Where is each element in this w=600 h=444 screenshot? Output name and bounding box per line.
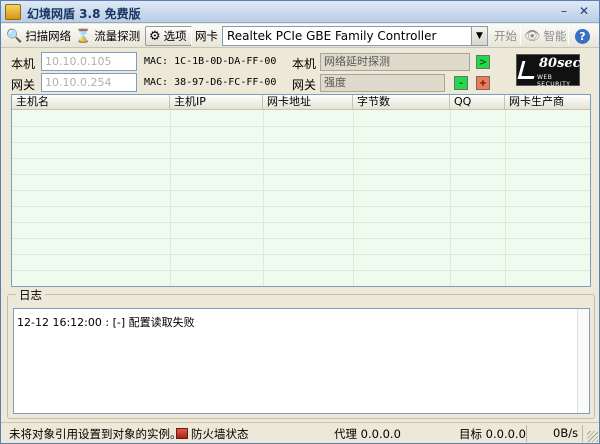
firewall-status-label: 防火墙状态 (191, 427, 249, 441)
strength-plus-button[interactable]: + (476, 76, 490, 90)
table-column-line (263, 110, 264, 286)
table-gridline (12, 126, 590, 127)
log-group: 日志 12-12 16:12:00 : [-] 配置读取失败 (7, 287, 595, 419)
brand-logo: 80sec WEB SECURITY (516, 54, 581, 88)
column-header-host-ip[interactable]: 主机IP (170, 95, 263, 110)
speed-status: 0B/s (553, 426, 579, 440)
eye-icon: 👁 (524, 28, 541, 44)
table-gridline (12, 254, 590, 255)
column-header-bytes[interactable]: 字节数 (353, 95, 450, 110)
toolbar-separator (191, 27, 192, 45)
local-mac: MAC: 1C-1B-0D-DA-FF-00 (144, 56, 277, 67)
latency-go-button[interactable]: > (476, 55, 490, 69)
nic-label: 网卡 (195, 29, 218, 43)
table-column-line (353, 110, 354, 286)
status-separator (526, 425, 527, 442)
table-gridline (12, 222, 590, 223)
log-title: 日志 (16, 287, 45, 303)
column-header-mac[interactable]: 网卡地址 (263, 95, 353, 110)
traffic-detect-label: 流量探测 (94, 29, 141, 43)
toolbar: 🔍 扫描网络 ⌛ 流量探测 ⚙ 选项 网卡 Realtek PCIe GBE F… (1, 24, 599, 48)
status-message: 未将对象引用设置到对象的实例。 (9, 427, 182, 441)
latency-field[interactable]: 网络延时探测 (320, 53, 470, 71)
table-column-line (170, 110, 171, 286)
window-controls: – ✕ (555, 4, 593, 20)
chevron-down-icon[interactable]: ▼ (471, 27, 487, 45)
toolbar-separator (568, 27, 569, 45)
log-line: 12-12 16:12:00 : [-] 配置读取失败 (17, 316, 195, 329)
help-icon: ? (575, 28, 590, 44)
target-status: 目标 0.0.0.0 (459, 427, 526, 441)
scan-network-label: 扫描网络 (25, 29, 72, 43)
options-label: 选项 (163, 29, 187, 43)
column-header-qq[interactable]: QQ (450, 95, 505, 110)
scan-network-button[interactable]: 🔍 扫描网络 (6, 26, 71, 46)
start-button[interactable]: 开始 (494, 26, 517, 46)
table-gridline (12, 270, 590, 271)
gear-icon: ⚙ (149, 28, 161, 44)
window-title: 幻境网盾 3.8 免费版 (27, 7, 141, 21)
table-gridline (12, 174, 590, 175)
proxy-status: 代理 0.0.0.0 (334, 427, 401, 441)
table-column-line (505, 110, 506, 286)
smart-button[interactable]: 👁 智能 (524, 26, 567, 46)
log-box[interactable]: 12-12 16:12:00 : [-] 配置读取失败 (13, 308, 590, 414)
logo-mark-icon (517, 61, 539, 79)
logo-main-text: 80sec (539, 56, 581, 71)
table-gridline (12, 206, 590, 207)
app-window: 幻境网盾 3.8 免费版 – ✕ 🔍 扫描网络 ⌛ 流量探测 ⚙ 选项 网卡 R… (0, 0, 600, 444)
title-bar[interactable]: 幻境网盾 3.8 免费版 – ✕ (1, 1, 599, 23)
resize-grip-icon[interactable] (587, 431, 598, 442)
table-header: 主机名 主机IP 网卡地址 字节数 QQ 网卡生产商 (12, 95, 590, 110)
local-ip-field[interactable]: 10.10.0.105 (41, 52, 137, 71)
local-right-label: 本机 (292, 57, 317, 71)
smart-label: 智能 (543, 29, 567, 43)
table-gridline (12, 286, 590, 287)
minimize-icon[interactable]: – (555, 4, 573, 20)
gateway-label: 网关 (11, 78, 36, 92)
app-icon (5, 4, 21, 20)
table-column-line (450, 110, 451, 286)
column-header-vendor[interactable]: 网卡生产商 (505, 95, 590, 110)
nic-selected-value: Realtek PCIe GBE Family Controller (227, 29, 437, 43)
local-label: 本机 (11, 57, 36, 71)
strength-field[interactable]: 强度 (320, 74, 445, 92)
gateway-ip-field[interactable]: 10.10.0.254 (41, 73, 137, 92)
options-button[interactable]: ⚙ 选项 (145, 26, 192, 46)
table-gridline (12, 190, 590, 191)
hourglass-icon: ⌛ (75, 28, 92, 44)
strength-minus-button[interactable]: - (454, 76, 468, 90)
gateway-right-label: 网关 (292, 78, 317, 92)
help-button[interactable]: ? (575, 26, 590, 46)
table-gridline (12, 142, 590, 143)
logo-sub-text: WEB SECURITY (537, 74, 571, 88)
magnifier-icon: 🔍 (6, 28, 23, 44)
nic-select[interactable]: Realtek PCIe GBE Family Controller ▼ (222, 26, 488, 46)
status-bar: 未将对象引用设置到对象的实例。 防火墙状态 代理 0.0.0.0 目标 0.0.… (1, 422, 599, 443)
log-scrollbar[interactable] (577, 309, 589, 413)
close-icon[interactable]: ✕ (575, 4, 593, 20)
table-gridline (12, 238, 590, 239)
gateway-mac: MAC: 38-97-D6-FC-FF-00 (144, 77, 277, 88)
start-label: 开始 (494, 29, 517, 43)
traffic-detect-button[interactable]: ⌛ 流量探测 (75, 26, 140, 46)
status-separator (582, 425, 583, 442)
column-header-hostname[interactable]: 主机名 (12, 95, 170, 110)
toolbar-separator (520, 27, 521, 45)
host-table[interactable]: 主机名 主机IP 网卡地址 字节数 QQ 网卡生产商 (11, 94, 591, 287)
table-gridline (12, 158, 590, 159)
firewall-status[interactable]: 防火墙状态 (176, 426, 249, 442)
firewall-icon (176, 428, 188, 439)
